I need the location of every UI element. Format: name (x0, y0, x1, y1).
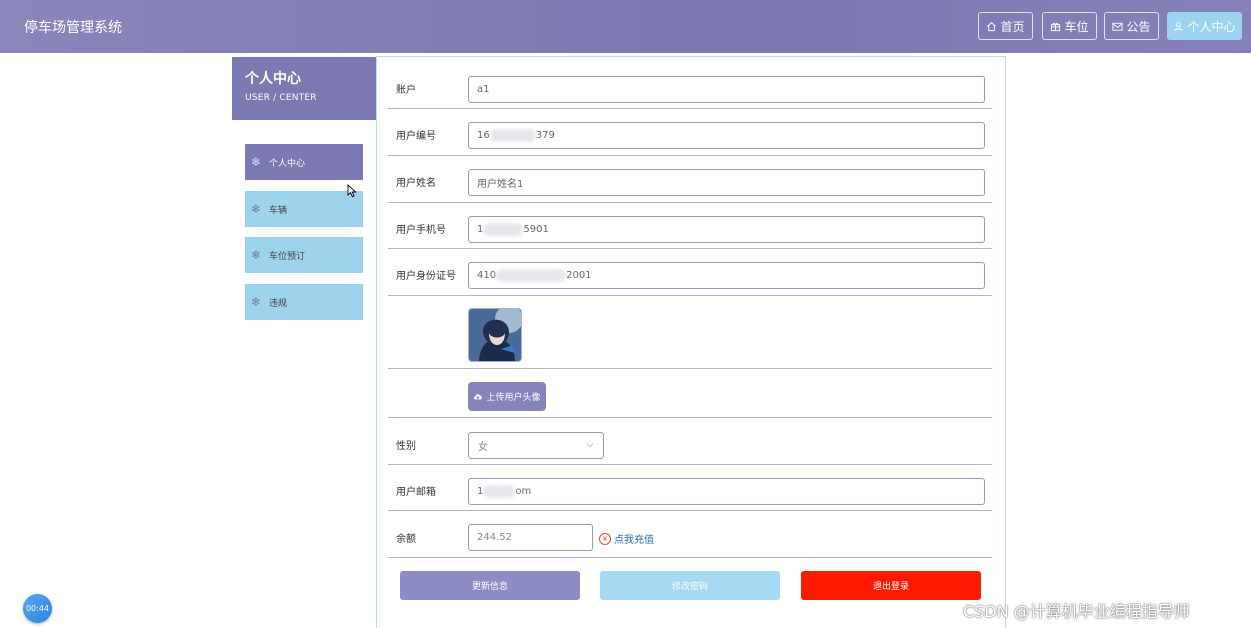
sidebar-header: 个人中心 USER / CENTER (232, 57, 376, 120)
user-number-input[interactable]: 16 379 (468, 122, 985, 149)
sidebar-item-vehicles[interactable]: ❄ 车辆 (245, 191, 363, 227)
phone-value-end: 5901 (523, 224, 549, 235)
sidebar-item-label: 车位预订 (269, 251, 306, 262)
upload-avatar-button[interactable]: 上传用户头像 (468, 382, 546, 411)
sidebar-item-violations[interactable]: ❄ 违规 (245, 284, 363, 320)
phone-label: 用户手机号 (396, 225, 446, 236)
user-number-value-end: 379 (535, 130, 555, 141)
nav-user-center-button[interactable]: 个人中心 (1167, 12, 1242, 40)
snowflake-icon: ❄ (251, 202, 262, 216)
form-row-avatar (388, 296, 992, 369)
email-value-end: om (515, 486, 532, 497)
balance-input[interactable]: 244.52 (468, 524, 593, 551)
user-number-value-start: 16 (477, 130, 490, 141)
cloud-upload-icon (474, 394, 483, 400)
sidebar-item-label: 违规 (269, 298, 288, 309)
form-row-phone: 用户手机号 1 5901 (388, 203, 992, 249)
mouse-cursor-icon (347, 184, 357, 198)
snowflake-icon: ❄ (251, 248, 262, 262)
id-card-input[interactable]: 410 2001 (468, 262, 985, 289)
phone-input[interactable]: 1 5901 (468, 216, 985, 243)
form-row-account: 账户 a1 (388, 67, 992, 109)
redaction-blur (483, 223, 524, 236)
form-row-upload: 上传用户头像 (388, 369, 992, 418)
form-row-gender: 性别 女 (388, 418, 992, 465)
sidebar-item-label: 个人中心 (269, 158, 306, 169)
snowflake-icon: ❄ (251, 295, 262, 309)
logout-button[interactable]: 退出登录 (801, 571, 981, 600)
change-password-button[interactable]: 修改密码 (600, 571, 780, 600)
house-icon (987, 21, 997, 31)
redaction-blur (489, 129, 536, 142)
gift-icon (1051, 22, 1061, 31)
recording-timer: 00:44 (23, 594, 52, 623)
sidebar-title: 个人中心 (245, 71, 301, 87)
redaction-blur (483, 485, 516, 498)
balance-value: 244.52 (477, 532, 512, 543)
avatar (468, 308, 522, 362)
nav-parking-button[interactable]: 车位 (1042, 12, 1097, 40)
form-row-user-number: 用户编号 16 379 (388, 109, 992, 156)
nav-user-center-label: 个人中心 (1187, 19, 1236, 34)
form-row-id-card: 用户身份证号 410 2001 (388, 249, 992, 296)
recharge-label: 点我充值 (614, 535, 654, 546)
snowflake-icon: ❄ (251, 155, 262, 169)
id-card-value-end: 2001 (566, 270, 592, 281)
top-navbar: 停车场管理系统 首页 车位 公告 个人中心 (0, 0, 1251, 53)
watermark: CSDN @计算机毕业编程指导师 (963, 602, 1190, 621)
sidebar-subtitle: USER / CENTER (245, 93, 317, 103)
yen-coin-icon: ¥ (599, 532, 611, 545)
app-title: 停车场管理系统 (24, 20, 122, 36)
gender-select[interactable]: 女 (468, 432, 604, 459)
gender-label: 性别 (396, 441, 416, 452)
nav-parking-label: 车位 (1064, 19, 1089, 34)
user-name-input[interactable]: 用户姓名1 (468, 169, 985, 196)
update-info-button[interactable]: 更新信息 (400, 571, 580, 600)
redaction-blur (496, 269, 567, 282)
nav-home-button[interactable]: 首页 (978, 12, 1033, 40)
mail-icon (1112, 22, 1124, 31)
account-value: a1 (477, 84, 490, 95)
user-name-label: 用户姓名 (396, 178, 436, 189)
user-number-label: 用户编号 (396, 131, 436, 142)
user-name-value: 用户姓名1 (477, 179, 524, 190)
account-label: 账户 (396, 85, 416, 96)
nav-notice-label: 公告 (1126, 19, 1151, 34)
nav-notice-button[interactable]: 公告 (1104, 12, 1159, 40)
account-input[interactable]: a1 (468, 76, 985, 103)
form-row-user-name: 用户姓名 用户姓名1 (388, 156, 992, 203)
form-row-email: 用户邮箱 1 om (388, 465, 992, 511)
id-card-value-start: 410 (477, 270, 497, 281)
id-card-label: 用户身份证号 (396, 271, 456, 282)
gender-value: 女 (478, 442, 488, 453)
user-icon (1174, 21, 1184, 31)
email-input[interactable]: 1 om (468, 478, 985, 505)
sidebar-item-label: 车辆 (269, 205, 288, 216)
form-row-balance: 余额 244.52 ¥ 点我充值 (388, 511, 992, 558)
balance-label: 余额 (396, 534, 416, 545)
chevron-down-icon (586, 443, 594, 448)
recharge-link[interactable]: ¥ 点我充值 (599, 531, 654, 546)
avatar-image (469, 309, 521, 361)
sidebar-item-parking-booking[interactable]: ❄ 车位预订 (245, 237, 363, 273)
upload-avatar-label: 上传用户头像 (486, 393, 541, 403)
email-label: 用户邮箱 (396, 487, 436, 498)
nav-home-label: 首页 (1000, 19, 1025, 34)
sidebar-item-user-center[interactable]: ❄ 个人中心 (245, 144, 363, 180)
